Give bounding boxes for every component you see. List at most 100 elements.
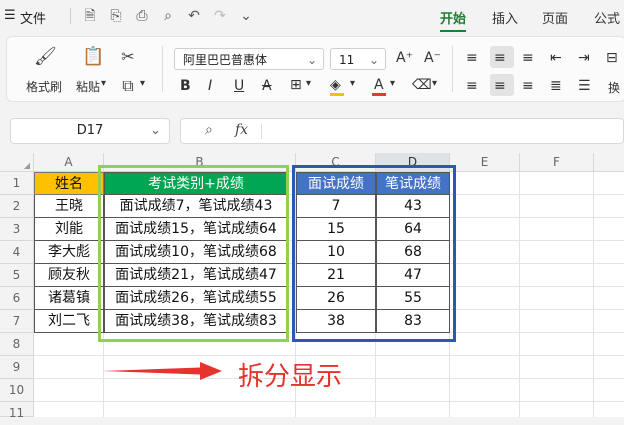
table-cell-combined[interactable]: 面试成绩38，笔试成绩83 (104, 310, 288, 333)
row-header-6[interactable]: 6 (0, 287, 34, 310)
table-cell-written[interactable]: 43 (376, 195, 450, 218)
select-all-corner[interactable]: ◢ (0, 153, 34, 172)
column-header-b[interactable]: B (104, 153, 296, 172)
fill-color-dropdown-icon[interactable]: ▾ (350, 78, 355, 89)
table-cell-combined[interactable]: 面试成绩7，笔试成绩43 (104, 195, 288, 218)
undo-icon[interactable]: ↶ (186, 8, 202, 24)
row-header-10[interactable]: 10 (0, 379, 34, 402)
print-preview-icon[interactable]: ⌕ (160, 8, 176, 24)
row-header-3[interactable]: 3 (0, 218, 34, 241)
align-bottom-icon[interactable]: ≡ (522, 50, 534, 66)
increase-font-size-icon[interactable]: A⁺ (396, 50, 413, 66)
chevron-down-icon[interactable]: ⌄ (238, 8, 254, 24)
tab-formula[interactable]: 公式 (594, 8, 620, 27)
underline-icon[interactable]: U (234, 78, 244, 94)
header-cell-combined[interactable]: 考试类别+成绩 (104, 172, 288, 195)
column-header-e[interactable]: E (450, 153, 520, 172)
table-cell-combined[interactable]: 面试成绩10，笔试成绩68 (104, 241, 288, 264)
row-header-8[interactable]: 8 (0, 333, 34, 356)
table-cell-interview[interactable]: 26 (296, 287, 376, 310)
header-cell-written[interactable]: 笔试成绩 (376, 172, 450, 195)
column-header-g[interactable] (594, 153, 624, 172)
decrease-font-size-icon[interactable]: A⁻ (424, 50, 441, 66)
chevron-down-icon: ⌄ (150, 123, 161, 138)
table-cell-interview[interactable]: 38 (296, 310, 376, 333)
name-box[interactable]: D17 ⌄ (10, 118, 170, 144)
tab-home[interactable]: 开始 (440, 8, 466, 27)
table-cell-name[interactable]: 刘能 (34, 218, 104, 241)
table-cell-combined[interactable]: 面试成绩21，笔试成绩47 (104, 264, 288, 287)
paste-button[interactable]: 粘贴 (76, 78, 100, 95)
zoom-icon[interactable]: ⌕ (205, 122, 213, 138)
save-icon[interactable]: 🗎 (82, 8, 98, 24)
header-cell-name[interactable]: 姓名 (34, 172, 104, 195)
borders-icon[interactable]: ⊞ (290, 77, 302, 93)
strikethrough-icon[interactable]: A (262, 78, 272, 94)
table-cell-written[interactable]: 55 (376, 287, 450, 310)
tab-page[interactable]: 页面 (542, 8, 568, 27)
row-header-4[interactable]: 4 (0, 241, 34, 264)
font-name-select[interactable]: 阿里巴巴普惠体 ⌄ (174, 48, 324, 70)
table-cell-interview[interactable]: 15 (296, 218, 376, 241)
table-cell-interview[interactable]: 21 (296, 264, 376, 287)
font-color-icon[interactable]: A (374, 77, 384, 93)
table-cell-name[interactable]: 王晓 (34, 195, 104, 218)
wrap-text-button[interactable]: 换 (608, 79, 620, 96)
table-cell-written[interactable]: 68 (376, 241, 450, 264)
column-header-d[interactable]: D (376, 153, 450, 172)
table-cell-combined[interactable]: 面试成绩26，笔试成绩55 (104, 287, 288, 310)
file-menu[interactable]: 文件 (20, 8, 46, 27)
copy-icon[interactable]: ⧉ (118, 76, 138, 96)
row-header-2[interactable]: 2 (0, 195, 34, 218)
eraser-icon[interactable]: ⌫ (412, 77, 432, 93)
format-painter-button[interactable]: 格式刷 (26, 78, 62, 95)
row-header-9[interactable]: 9 (0, 356, 34, 379)
main-menu-icon[interactable]: ☰ (4, 8, 16, 23)
table-cell-name[interactable]: 顾友秋 (34, 264, 104, 287)
gridline (34, 401, 624, 402)
row-header-5[interactable]: 5 (0, 264, 34, 287)
table-cell-written[interactable]: 64 (376, 218, 450, 241)
table-cell-combined[interactable]: 面试成绩15，笔试成绩64 (104, 218, 288, 241)
row-header-11[interactable]: 11 (0, 402, 34, 420)
function-icon[interactable]: fx (235, 122, 248, 138)
column-header-a[interactable]: A (34, 153, 104, 172)
column-header-f[interactable]: F (520, 153, 594, 172)
align-top-icon[interactable]: ≡ (466, 50, 478, 66)
copy-dropdown-icon[interactable]: ▾ (140, 78, 145, 89)
font-color-dropdown-icon[interactable]: ▾ (390, 78, 395, 89)
table-cell-interview[interactable]: 10 (296, 241, 376, 264)
bold-icon[interactable]: B (180, 78, 191, 94)
header-cell-interview[interactable]: 面试成绩 (296, 172, 376, 195)
table-cell-name[interactable]: 诸葛镇 (34, 287, 104, 310)
row-header-1[interactable]: 1 (0, 172, 34, 195)
justify-icon[interactable]: ≣ (550, 78, 562, 94)
borders-dropdown-icon[interactable]: ▾ (306, 78, 311, 89)
table-cell-written[interactable]: 47 (376, 264, 450, 287)
cut-icon[interactable]: ✂ (118, 47, 138, 66)
indent-increase-icon[interactable]: ⇥ (578, 50, 590, 66)
column-header-c[interactable]: C (296, 153, 376, 172)
paste-icon[interactable]: 📋 (82, 46, 104, 67)
row-header-7[interactable]: 7 (0, 310, 34, 333)
table-cell-interview[interactable]: 7 (296, 195, 376, 218)
print-icon[interactable]: ⎙ (134, 8, 150, 24)
distributed-icon[interactable]: ☰ (578, 78, 591, 94)
table-cell-name[interactable]: 刘二飞 (34, 310, 104, 333)
align-left-icon[interactable]: ≡ (466, 78, 478, 94)
align-right-icon[interactable]: ≡ (522, 78, 534, 94)
format-painter-icon[interactable]: 🖌 (34, 46, 57, 67)
formula-input[interactable]: ⌕ fx (180, 118, 624, 144)
font-size-select[interactable]: 11 ⌄ (330, 48, 386, 70)
table-cell-written[interactable]: 83 (376, 310, 450, 333)
paste-dropdown-icon[interactable]: ▾ (101, 78, 106, 89)
fill-color-icon[interactable]: ◈ (330, 77, 341, 93)
redo-icon[interactable]: ↷ (212, 8, 228, 24)
table-cell-name[interactable]: 李大彪 (34, 241, 104, 264)
indent-decrease-icon[interactable]: ⇤ (550, 50, 562, 66)
tab-insert[interactable]: 插入 (492, 8, 518, 27)
italic-icon[interactable]: I (208, 78, 212, 94)
eraser-dropdown-icon[interactable]: ▾ (432, 78, 437, 89)
export-icon[interactable]: ⎘ (108, 8, 124, 24)
orientation-icon[interactable]: ⊟ (606, 50, 618, 66)
